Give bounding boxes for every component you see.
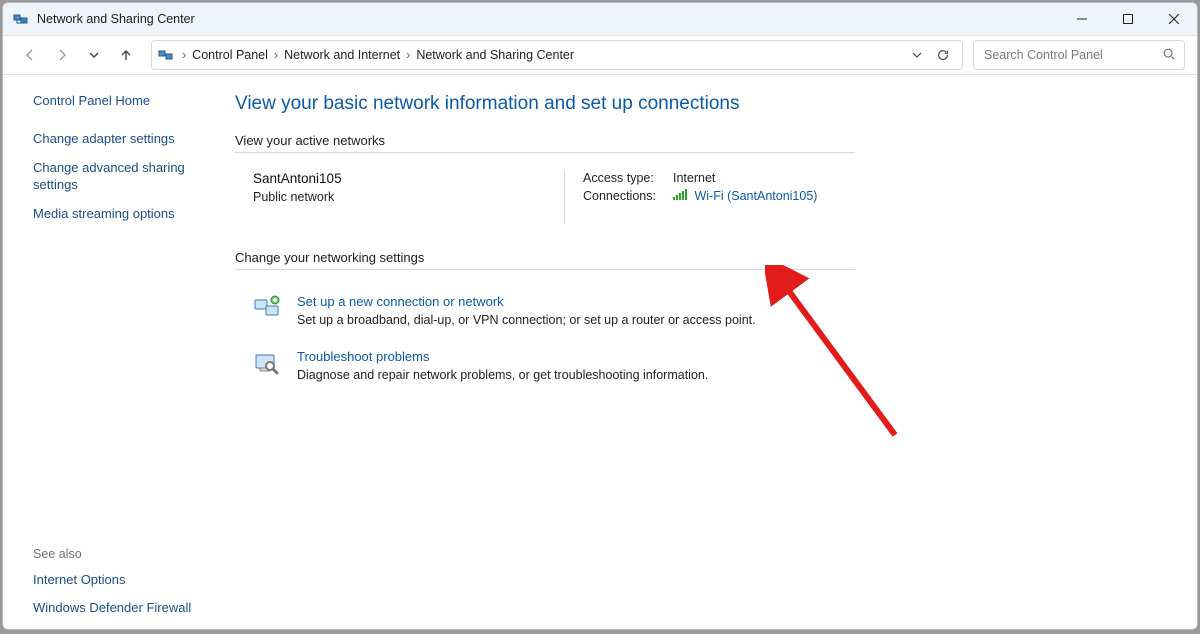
navbar: › Control Panel › Network and Internet ›… [3, 35, 1197, 75]
breadcrumb[interactable]: Control Panel [188, 46, 272, 64]
sidebar-item-defender-firewall[interactable]: Windows Defender Firewall [33, 599, 211, 617]
settings-item-desc: Diagnose and repair network problems, or… [297, 368, 708, 382]
divider [235, 152, 855, 153]
network-summary: SantAntoni105 Public network [235, 171, 565, 224]
address-dropdown-button[interactable] [904, 49, 930, 61]
see-also-label: See also [33, 547, 211, 561]
sidebar-item-internet-options[interactable]: Internet Options [33, 571, 211, 589]
search-icon [1162, 47, 1176, 64]
control-panel-icon [158, 47, 174, 63]
section-header: View your active networks [235, 133, 1175, 148]
active-network-row: SantAntoni105 Public network Access type… [235, 171, 855, 224]
access-type-value: Internet [673, 171, 715, 185]
settings-item-title[interactable]: Troubleshoot problems [297, 349, 708, 364]
minimize-button[interactable] [1059, 3, 1105, 35]
divider [235, 269, 855, 270]
search-input[interactable] [982, 47, 1158, 63]
refresh-button[interactable] [930, 48, 956, 62]
chevron-right-icon: › [272, 48, 280, 62]
settings-list: Set up a new connection or network Set u… [235, 294, 915, 382]
search-box[interactable] [973, 40, 1185, 70]
connection-link[interactable]: Wi-Fi (SantAntoni105) [694, 189, 817, 203]
chevron-right-icon: › [404, 48, 412, 62]
up-button[interactable] [111, 40, 141, 70]
sidebar-item-cp-home[interactable]: Control Panel Home [33, 93, 211, 108]
close-button[interactable] [1151, 3, 1197, 35]
chevron-right-icon: › [180, 48, 188, 62]
section-header: Change your networking settings [235, 250, 1175, 265]
settings-item-title[interactable]: Set up a new connection or network [297, 294, 756, 309]
breadcrumb[interactable]: Network and Internet [280, 46, 404, 64]
network-type: Public network [253, 190, 564, 204]
breadcrumb[interactable]: Network and Sharing Center [412, 46, 578, 64]
forward-button[interactable] [47, 40, 77, 70]
recent-locations-button[interactable] [79, 40, 109, 70]
network-details: Access type: Internet Connections: [565, 171, 855, 224]
sidebar-item-advanced-sharing[interactable]: Change advanced sharing settings [33, 159, 211, 194]
sidebar: Control Panel Home Change adapter settin… [3, 75, 225, 629]
setup-connection-icon [253, 294, 281, 322]
access-type-label: Access type: [583, 171, 673, 185]
sidebar-item-adapter-settings[interactable]: Change adapter settings [33, 130, 211, 148]
titlebar: Network and Sharing Center [3, 3, 1197, 35]
sidebar-item-media-streaming[interactable]: Media streaming options [33, 205, 211, 223]
window: Network and Sharing Center › [2, 2, 1198, 630]
troubleshoot-icon [253, 349, 281, 377]
body: Control Panel Home Change adapter settin… [3, 75, 1197, 629]
setup-connection-item[interactable]: Set up a new connection or network Set u… [235, 294, 915, 327]
network-center-icon [13, 11, 29, 27]
content-pane: View your basic network information and … [225, 75, 1197, 629]
page-title: View your basic network information and … [235, 93, 1175, 115]
network-name: SantAntoni105 [253, 171, 564, 186]
back-button[interactable] [15, 40, 45, 70]
settings-item-desc: Set up a broadband, dial-up, or VPN conn… [297, 313, 756, 327]
wifi-signal-icon [673, 190, 690, 204]
troubleshoot-item[interactable]: Troubleshoot problems Diagnose and repai… [235, 349, 915, 382]
maximize-button[interactable] [1105, 3, 1151, 35]
connections-label: Connections: [583, 189, 673, 204]
window-title: Network and Sharing Center [37, 12, 195, 26]
address-bar[interactable]: › Control Panel › Network and Internet ›… [151, 40, 963, 70]
